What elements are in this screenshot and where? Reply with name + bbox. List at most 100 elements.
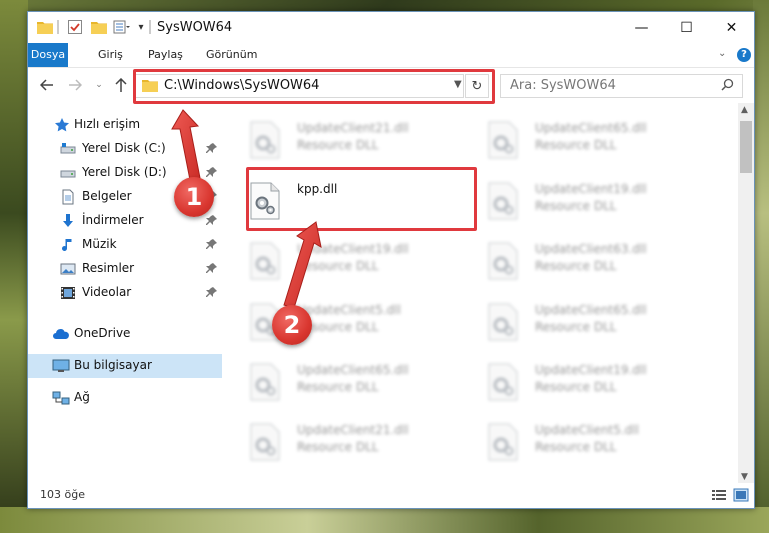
file-type: Resource DLL <box>535 440 617 454</box>
step-callout-2: 2 <box>272 305 312 345</box>
tab-file[interactable]: Dosya <box>28 43 68 67</box>
back-arrow-icon[interactable] <box>38 76 56 94</box>
file-item[interactable]: UpdateClient19.dll Resource DLL <box>249 240 469 288</box>
nav-item-label: Bu bilgisayar <box>74 358 152 372</box>
status-bar: 103 öğe <box>28 483 754 508</box>
file-name: UpdateClient21.dll <box>297 121 409 135</box>
file-type: Resource DLL <box>535 259 617 273</box>
file-type: Resource DLL <box>535 380 617 394</box>
dll-file-icon <box>249 121 281 159</box>
dll-file-icon <box>249 423 281 461</box>
file-name: UpdateClient19.dll <box>535 182 647 196</box>
file-name: UpdateClient5.dll <box>535 423 639 437</box>
dll-file-icon <box>249 242 281 280</box>
nav-item-pictures[interactable]: Resimler <box>28 257 222 281</box>
properties-icon[interactable] <box>66 18 84 36</box>
tab-share[interactable]: Paylaş <box>140 43 191 67</box>
file-name: UpdateClient21.dll <box>297 423 409 437</box>
file-item[interactable]: UpdateClient65.dll Resource DLL <box>249 361 469 409</box>
nav-item-videos[interactable]: Videolar <box>28 281 222 305</box>
navigation-pane: Hızlı erişim Yerel Disk (C:) Yerel Disk … <box>28 103 222 483</box>
drive-icon <box>60 165 76 181</box>
pin-icon[interactable] <box>206 238 218 250</box>
dll-file-icon <box>487 423 519 461</box>
file-highlight <box>246 167 477 231</box>
music-icon <box>60 237 76 253</box>
nav-item-onedrive[interactable]: OneDrive <box>28 322 222 346</box>
scroll-up-icon[interactable]: ▲ <box>741 105 748 115</box>
nav-item-this-pc[interactable]: Bu bilgisayar <box>28 354 222 378</box>
nav-item-network[interactable]: Ağ <box>28 386 222 410</box>
minimize-button[interactable]: — <box>619 12 664 43</box>
nav-item-label: Ağ <box>74 390 90 404</box>
nav-item-quick-access[interactable]: Hızlı erişim <box>28 113 222 137</box>
title-bar: ▾ SysWOW64 — ☐ ✕ <box>28 12 754 43</box>
file-item[interactable]: UpdateClient21.dll Resource DLL <box>249 421 469 469</box>
close-button[interactable]: ✕ <box>709 12 754 43</box>
pin-icon[interactable] <box>206 166 218 178</box>
view-options-icon[interactable] <box>112 18 132 36</box>
dll-file-icon <box>487 121 519 159</box>
file-item[interactable]: UpdateClient21.dll Resource DLL <box>249 119 469 167</box>
file-type: Resource DLL <box>535 320 617 334</box>
cloud-icon <box>52 326 69 342</box>
search-input[interactable]: Ara: SysWOW64 <box>500 74 743 98</box>
scrollbar-thumb[interactable] <box>740 121 752 173</box>
file-item[interactable]: UpdateClient65.dll Resource DLL <box>487 119 707 167</box>
search-placeholder: Ara: SysWOW64 <box>510 78 616 93</box>
nav-item-label: Yerel Disk (D:) <box>82 165 167 179</box>
maximize-button[interactable]: ☐ <box>664 12 709 43</box>
up-arrow-icon[interactable] <box>112 76 130 94</box>
vertical-scrollbar[interactable]: ▲ ▼ <box>738 103 754 483</box>
pin-icon[interactable] <box>206 262 218 274</box>
file-type: Resource DLL <box>297 440 379 454</box>
file-type: Resource DLL <box>297 380 379 394</box>
expand-ribbon-icon[interactable]: ⌄ <box>718 48 726 59</box>
toolbar-separator <box>149 20 151 34</box>
dll-file-icon <box>487 242 519 280</box>
file-list: UpdateClient21.dll Resource DLL kpp.dll … <box>223 103 738 483</box>
folder-icon <box>36 18 54 36</box>
file-item[interactable]: UpdateClient65.dll Resource DLL <box>487 301 707 349</box>
nav-item-music[interactable]: Müzik <box>28 233 222 257</box>
nav-item-label: Hızlı erişim <box>74 117 141 131</box>
forward-arrow-icon[interactable] <box>66 76 84 94</box>
desktop-background-left <box>0 0 28 533</box>
desktop-background-bottom <box>0 507 769 533</box>
customize-toolbar-icon[interactable]: ▾ <box>135 18 147 36</box>
item-count: 103 öğe <box>40 488 85 501</box>
step-callout-1: 1 <box>174 177 214 217</box>
file-name: UpdateClient65.dll <box>535 121 647 135</box>
window-title: SysWOW64 <box>157 20 233 35</box>
scroll-down-icon[interactable]: ▼ <box>741 472 748 482</box>
network-icon <box>52 390 70 406</box>
file-item[interactable]: UpdateClient19.dll Resource DLL <box>487 180 707 228</box>
nav-item-label: Yerel Disk (C:) <box>82 141 166 155</box>
recent-locations-icon[interactable]: ⌄ <box>90 76 108 94</box>
file-type: Resource DLL <box>297 138 379 152</box>
nav-item-label: Resimler <box>82 261 135 275</box>
file-item[interactable]: UpdateClient19.dll Resource DLL <box>487 361 707 409</box>
file-type: Resource DLL <box>535 138 617 152</box>
toolbar-separator <box>57 20 59 34</box>
pin-icon[interactable] <box>206 142 218 154</box>
help-button[interactable]: ? <box>737 48 751 62</box>
file-item[interactable]: UpdateClient5.dll Resource DLL <box>487 421 707 469</box>
address-bar-highlight <box>133 69 495 104</box>
file-name: UpdateClient19.dll <box>297 242 409 256</box>
search-icon[interactable] <box>721 78 734 94</box>
pin-icon[interactable] <box>206 286 218 298</box>
file-name: UpdateClient5.dll <box>297 303 401 317</box>
file-name: UpdateClient63.dll <box>535 242 647 256</box>
tab-home[interactable]: Giriş <box>90 43 131 67</box>
large-icons-view-icon[interactable] <box>733 488 749 502</box>
file-item[interactable]: UpdateClient63.dll Resource DLL <box>487 240 707 288</box>
new-folder-icon[interactable] <box>90 18 108 36</box>
tab-view[interactable]: Görünüm <box>198 43 265 67</box>
ribbon-tabs: Dosya Giriş Paylaş Görünüm ⌄ ? <box>28 43 754 68</box>
nav-item-local-disk-c[interactable]: Yerel Disk (C:) <box>28 137 222 161</box>
drive-icon <box>60 141 76 157</box>
details-view-icon[interactable] <box>711 488 727 502</box>
computer-icon <box>52 358 70 374</box>
pin-icon[interactable] <box>206 214 218 226</box>
